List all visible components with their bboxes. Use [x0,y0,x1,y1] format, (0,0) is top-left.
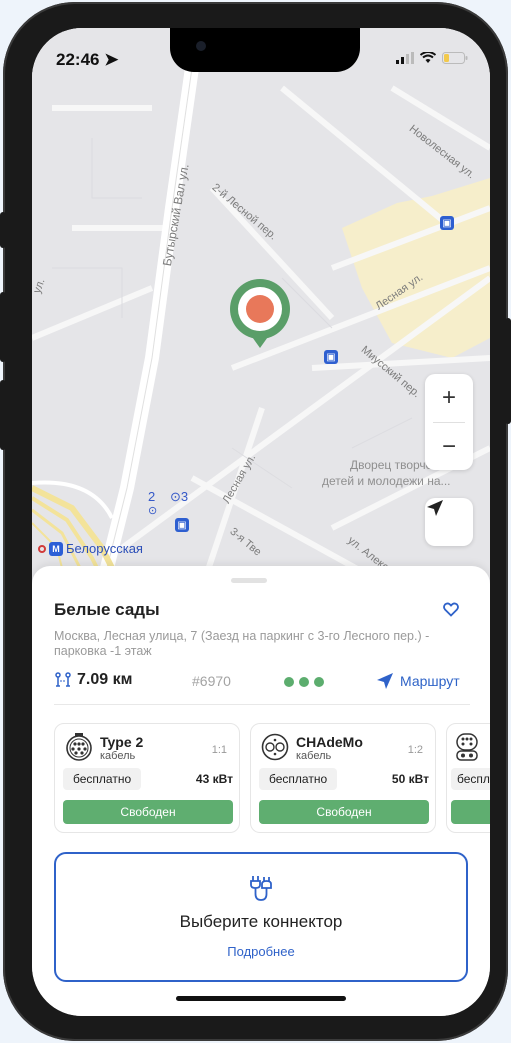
poi-icon[interactable]: ▣ [324,350,338,364]
cluster-count[interactable]: 2 [148,489,155,504]
connector-name: CHAdeMo [296,734,363,750]
location-services-icon: ➤ [104,50,119,69]
navigation-arrow-icon [377,673,393,689]
screen: Новолесная ул. 2-й Лесной пер. Бутырский… [32,28,490,1016]
camera-icon [196,41,206,51]
notch [170,28,360,72]
cluster-count-value: 3 [180,489,189,504]
distance: 7.09 км [54,671,132,689]
price-chip: бесплатно [259,768,338,790]
cluster-count[interactable]: ⊙3 [170,489,188,505]
station-info-row: 7.09 км #6970 Маршрут [54,671,470,693]
metro-dot-icon [38,544,46,553]
availability-dots [284,677,324,687]
connector-status-button[interactable]: Свободен [259,800,429,824]
home-indicator[interactable] [176,996,346,1001]
status-time-text: 22:46 [56,50,100,69]
distance-icon [55,672,71,687]
station-address: Москва, Лесная улица, 7 (Заезд на паркин… [54,629,430,658]
charging-cable-icon [250,876,272,901]
more-info-link[interactable]: Подробнее [56,944,466,959]
connector-index: 1:2 [407,744,423,756]
wifi-icon [420,52,436,63]
location-arrow-icon [427,500,443,516]
connector-power: 50 кВт [391,772,429,786]
connector-index: 1:1 [211,744,227,756]
status-icons [396,52,468,64]
ccs-connector-icon [456,733,478,761]
connector-status-button[interactable]: Свободен [63,800,233,824]
metro-icon: M [49,541,63,556]
sheet-divider [54,704,470,705]
connector-card[interactable]: Type 2 кабель 1:1 бесплатно 43 кВт Свобо… [54,723,240,833]
availability-dot [299,677,309,687]
poi-label: детей и молодежи на... [322,474,451,488]
connector-card[interactable]: беспл [446,723,490,833]
cluster-pin-icon[interactable]: ⊙ [148,504,157,517]
price-chip: бесплатно [63,768,142,790]
volume-down-button [0,380,6,450]
select-connector-panel[interactable]: Выберите коннектор Подробнее [54,852,468,982]
connector-power: 43 кВт [195,772,233,786]
power-button [505,318,511,424]
connector-status-button[interactable] [451,800,490,824]
signal-icon [396,52,414,64]
connector-meta: бесплатно 43 кВт [63,768,233,790]
map-view[interactable]: Новолесная ул. 2-й Лесной пер. Бутырский… [32,28,490,588]
station-id: #6970 [192,673,231,689]
station-sheet: Белые сады Москва, Лесная улица, 7 (Заез… [32,566,490,1016]
my-location-button[interactable] [425,498,473,546]
distance-value: 7.09 км [77,671,133,688]
route-button[interactable]: Маршрут [376,672,460,690]
connector-type: кабель [296,750,332,762]
station-title: Белые сады [54,600,160,619]
connector-card[interactable]: CHAdeMo кабель 1:2 бесплатно 50 кВт Своб… [250,723,436,833]
connector-type: кабель [100,750,136,762]
favorite-heart-icon[interactable] [443,602,459,622]
zoom-in-button[interactable]: + [425,374,473,422]
chademo-connector-icon [261,733,289,761]
connectors-carousel[interactable]: Type 2 кабель 1:1 бесплатно 43 кВт Свобо… [54,723,490,835]
poi-icon[interactable]: ▣ [175,518,189,532]
battery-icon [442,52,468,64]
poi-icon[interactable]: ▣ [440,216,454,230]
map-streets [32,28,490,588]
select-connector-title: Выберите коннектор [179,912,343,931]
price-chip: беспл [451,768,490,790]
metro-station-name: Белорусская [66,541,143,556]
metro-label[interactable]: M Белорусская [38,541,143,556]
connector-meta: беспл [451,768,490,790]
availability-dot [284,677,294,687]
availability-dot [314,677,324,687]
zoom-out-button[interactable]: − [425,423,473,471]
zoom-controls: + − [425,374,473,470]
type2-connector-icon [66,733,92,761]
status-time: 22:46 ➤ [56,50,118,70]
route-label: Маршрут [400,673,460,689]
connector-meta: бесплатно 50 кВт [259,768,429,790]
connector-name: Type 2 [100,734,144,750]
mute-switch [0,212,6,248]
volume-up-button [0,292,6,362]
sheet-grabber[interactable] [231,578,267,583]
